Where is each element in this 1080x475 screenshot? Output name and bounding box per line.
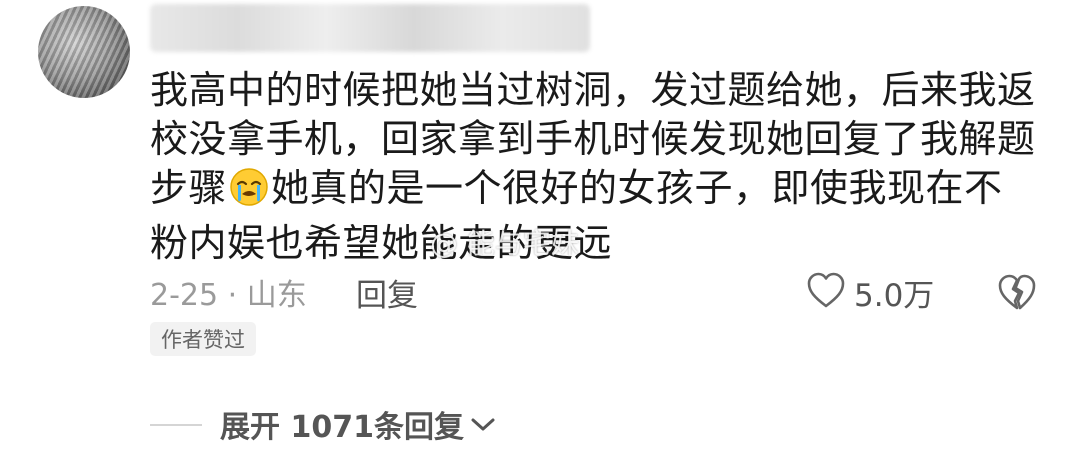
heart-icon <box>806 271 846 313</box>
loudly-crying-face-icon <box>229 167 269 219</box>
like-button[interactable]: 5.0万 <box>806 270 934 314</box>
chevron-down-icon <box>470 407 496 442</box>
broken-heart-icon <box>996 274 1038 316</box>
comment-line-3-end: 她真的是一个很好的女孩子，即使我现在不 <box>271 166 1003 210</box>
like-count: 5.0万 <box>854 277 935 314</box>
expand-replies-label: 展开 1071条回复 <box>220 410 464 445</box>
dislike-button[interactable] <box>996 272 1038 314</box>
reply-button[interactable]: 回复 <box>356 272 418 314</box>
comment-card: 我高中的时候把她当过树洞，发过题给她，后来我返 校没拿手机，回家拿到手机时候发现… <box>0 0 1080 475</box>
comment-body: 我高中的时候把她当过树洞，发过题给她，后来我返 校没拿手机，回家拿到手机时候发现… <box>150 66 1050 268</box>
expand-replies-button[interactable]: 展开 1071条回复 <box>220 404 496 445</box>
comment-line-1: 我高中的时候把她当过树洞，发过题给她，后来我返 <box>150 68 1036 112</box>
author-liked-badge: 作者赞过 <box>150 322 256 356</box>
divider <box>150 424 202 426</box>
comment-line-2: 校没拿手机，回家拿到手机时候发现她回复了我解题 <box>150 117 1036 161</box>
date-location: 2-25 · 山东 <box>150 278 307 313</box>
avatar[interactable] <box>38 6 130 98</box>
username-redacted[interactable] <box>150 4 590 52</box>
comment-line-4: 粉内娱也希望她能走的更远 <box>150 221 613 265</box>
comment-line-3: 步骤 她真的是一个很好的女孩子，即使我现在不 <box>150 164 1050 219</box>
comment-line-3-start: 步骤 <box>150 166 228 210</box>
watermark: @ 能与宅妹 <box>430 227 579 260</box>
